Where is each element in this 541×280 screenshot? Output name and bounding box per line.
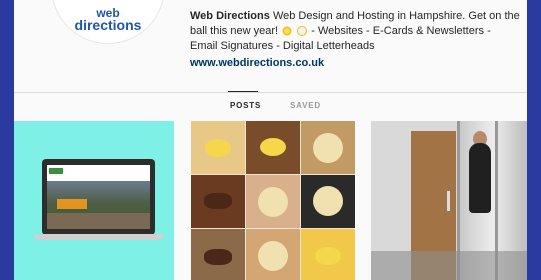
collage-tile: [301, 175, 355, 228]
pancake-image: [204, 193, 232, 209]
profile-page: web directions Web Directions Web Design…: [14, 0, 527, 280]
person-figure: [469, 143, 491, 213]
dove-emoji-icon: [297, 26, 308, 37]
frame-right-border: [527, 0, 541, 280]
post-thumbnail-pancake-collage[interactable]: [191, 121, 355, 280]
pancake-image: [258, 187, 288, 217]
pancake-image: [313, 133, 343, 163]
tab-saved[interactable]: SAVED: [290, 101, 321, 110]
logo-directions-text: directions: [74, 17, 142, 33]
collage-tile: [246, 121, 300, 174]
tabs-divider: [14, 92, 527, 93]
screen-orange-banner: [57, 199, 87, 209]
profile-name: Web Directions: [190, 10, 270, 22]
frame-left-border: [0, 0, 14, 280]
pancake-image: [258, 241, 288, 271]
laptop-base: [34, 234, 164, 240]
screen-logo-block: [49, 168, 63, 174]
website-link[interactable]: www.webdirections.co.uk: [190, 56, 520, 71]
door-handle: [447, 191, 450, 211]
collage-tile: [191, 121, 245, 174]
pancake-image: [260, 138, 286, 156]
pancake-image: [313, 186, 343, 216]
collage-tile: [246, 175, 300, 228]
collage-tile: [301, 229, 355, 280]
floor: [371, 251, 527, 280]
sparkles-emoji-icon: [282, 26, 293, 37]
screen-road: [47, 213, 150, 229]
collage-tile: [191, 175, 245, 228]
collage-tile: [191, 229, 245, 280]
laptop-screen: [47, 165, 150, 229]
collage-tile: [301, 121, 355, 174]
post-thumbnail-office-door[interactable]: [371, 121, 527, 280]
profile-bio: Web Directions Web Design and Hosting in…: [190, 9, 520, 71]
tab-posts[interactable]: POSTS: [227, 91, 261, 110]
pancake-image: [315, 247, 341, 265]
pancake-image: [205, 139, 231, 157]
laptop-image: [34, 159, 164, 243]
pancake-image: [204, 249, 232, 265]
profile-avatar[interactable]: web directions: [51, 0, 165, 44]
collage-tile: [246, 229, 300, 280]
post-thumbnail-website-laptop[interactable]: [14, 121, 174, 280]
